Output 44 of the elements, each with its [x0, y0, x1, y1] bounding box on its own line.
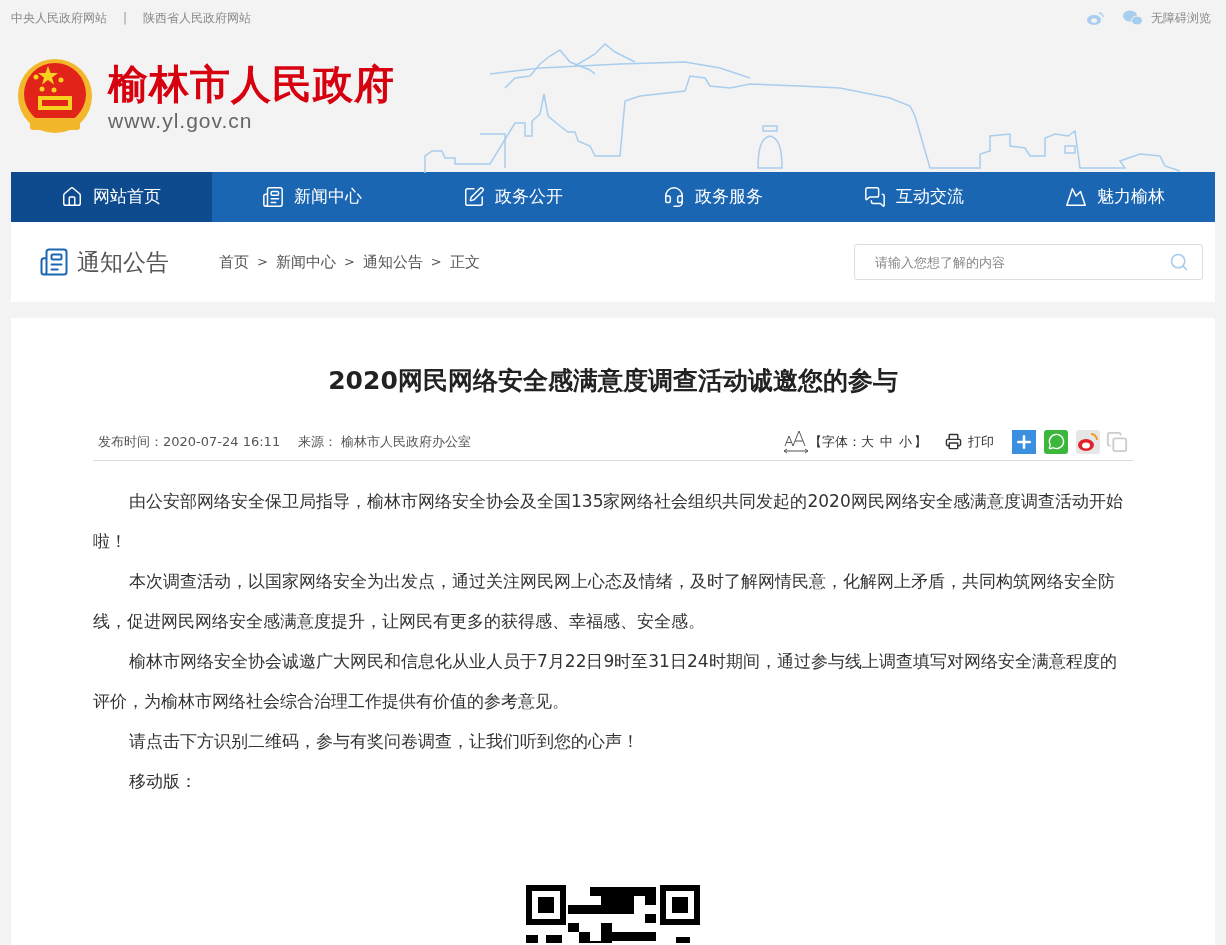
print-icon[interactable]: [945, 433, 962, 450]
article-paragraph: 本次调查活动，以国家网络安全为出发点，通过关注网民网上心态及情绪，及时了解网情民意，化解网上矛盾，共同构筑网络安全防线，促进网民网络安全感满意度提升，让网民有更多的获得感、幸福感、安全感。: [93, 569, 1116, 633]
breadcrumb-separator: >: [343, 253, 355, 272]
newspaper-icon: [39, 247, 69, 277]
nav-tab[interactable]: 网站首页: [11, 172, 212, 222]
headset-icon: [663, 186, 686, 208]
wechat-icon[interactable]: [1123, 10, 1143, 26]
font-size-label: 【字体：: [809, 432, 861, 451]
article-title: 2020网民网络安全感满意度调查活动诚邀您的参与: [327, 365, 899, 397]
font-size-link[interactable]: 小: [899, 431, 912, 452]
breadcrumb-link[interactable]: 通知公告: [362, 250, 423, 274]
breadcrumb-link[interactable]: 首页: [219, 250, 249, 274]
chat-icon: [864, 186, 886, 208]
mountain-icon: [1064, 186, 1087, 208]
breadcrumb-separator: >: [257, 253, 268, 272]
article-paragraph: 移动版：: [128, 769, 198, 793]
breadcrumb-current-page: 正文: [449, 251, 480, 273]
search-icon[interactable]: [1169, 252, 1189, 272]
section-title: 通知公告: [77, 247, 169, 277]
search-field[interactable]: 请输入您想了解的内容: [854, 244, 1203, 280]
weibo-share-icon[interactable]: [1076, 429, 1100, 454]
breadcrumb-link[interactable]: 新闻中心: [275, 250, 336, 274]
font-size-link[interactable]: 中: [880, 431, 893, 452]
weibo-icon[interactable]: [1087, 11, 1105, 25]
source-label: 来源：: [298, 432, 338, 451]
article-paragraph: 由公安部网络安全保卫局指导，榆林市网络安全协会及全国135家网络社会组织共同发起的2020网民网络安全感满意度调查活动开始啦！: [93, 489, 1124, 553]
site-url: www.yl.gov.cn: [108, 108, 254, 134]
home-icon: [61, 186, 84, 208]
font-size-label-end: 】: [914, 432, 927, 451]
link-separator: |: [123, 10, 128, 27]
copy-icon[interactable]: [1106, 430, 1128, 453]
source-text: 榆林市人民政府办公室: [341, 432, 472, 451]
article-paragraph: 榆林市网络安全协会诚邀广大网民和信息化从业人员于7月22日9时至31日24时期间，通过参与线上调查填写对网络安全满意程度的评价，为榆林市网络社会综合治理工作提供有价值的参考意见。: [93, 649, 1118, 713]
print-link[interactable]: 打印: [968, 431, 994, 452]
font-size-icon: [783, 429, 809, 454]
edit-icon: [462, 186, 485, 208]
wechat-share-icon[interactable]: [1044, 429, 1068, 454]
share-plus-icon[interactable]: [1012, 429, 1036, 454]
newspaper-icon: [262, 186, 284, 208]
article-paragraph: 请点击下方识别二维码，参与有奖问卷调查，让我们听到您的心声！: [128, 729, 640, 753]
publish-time: 发布时间：2020-07-24 16:11: [98, 432, 281, 451]
breadcrumb-separator: >: [430, 253, 442, 272]
site-title: 榆林市人民政府: [108, 60, 395, 108]
font-size-link[interactable]: 大: [861, 431, 874, 452]
